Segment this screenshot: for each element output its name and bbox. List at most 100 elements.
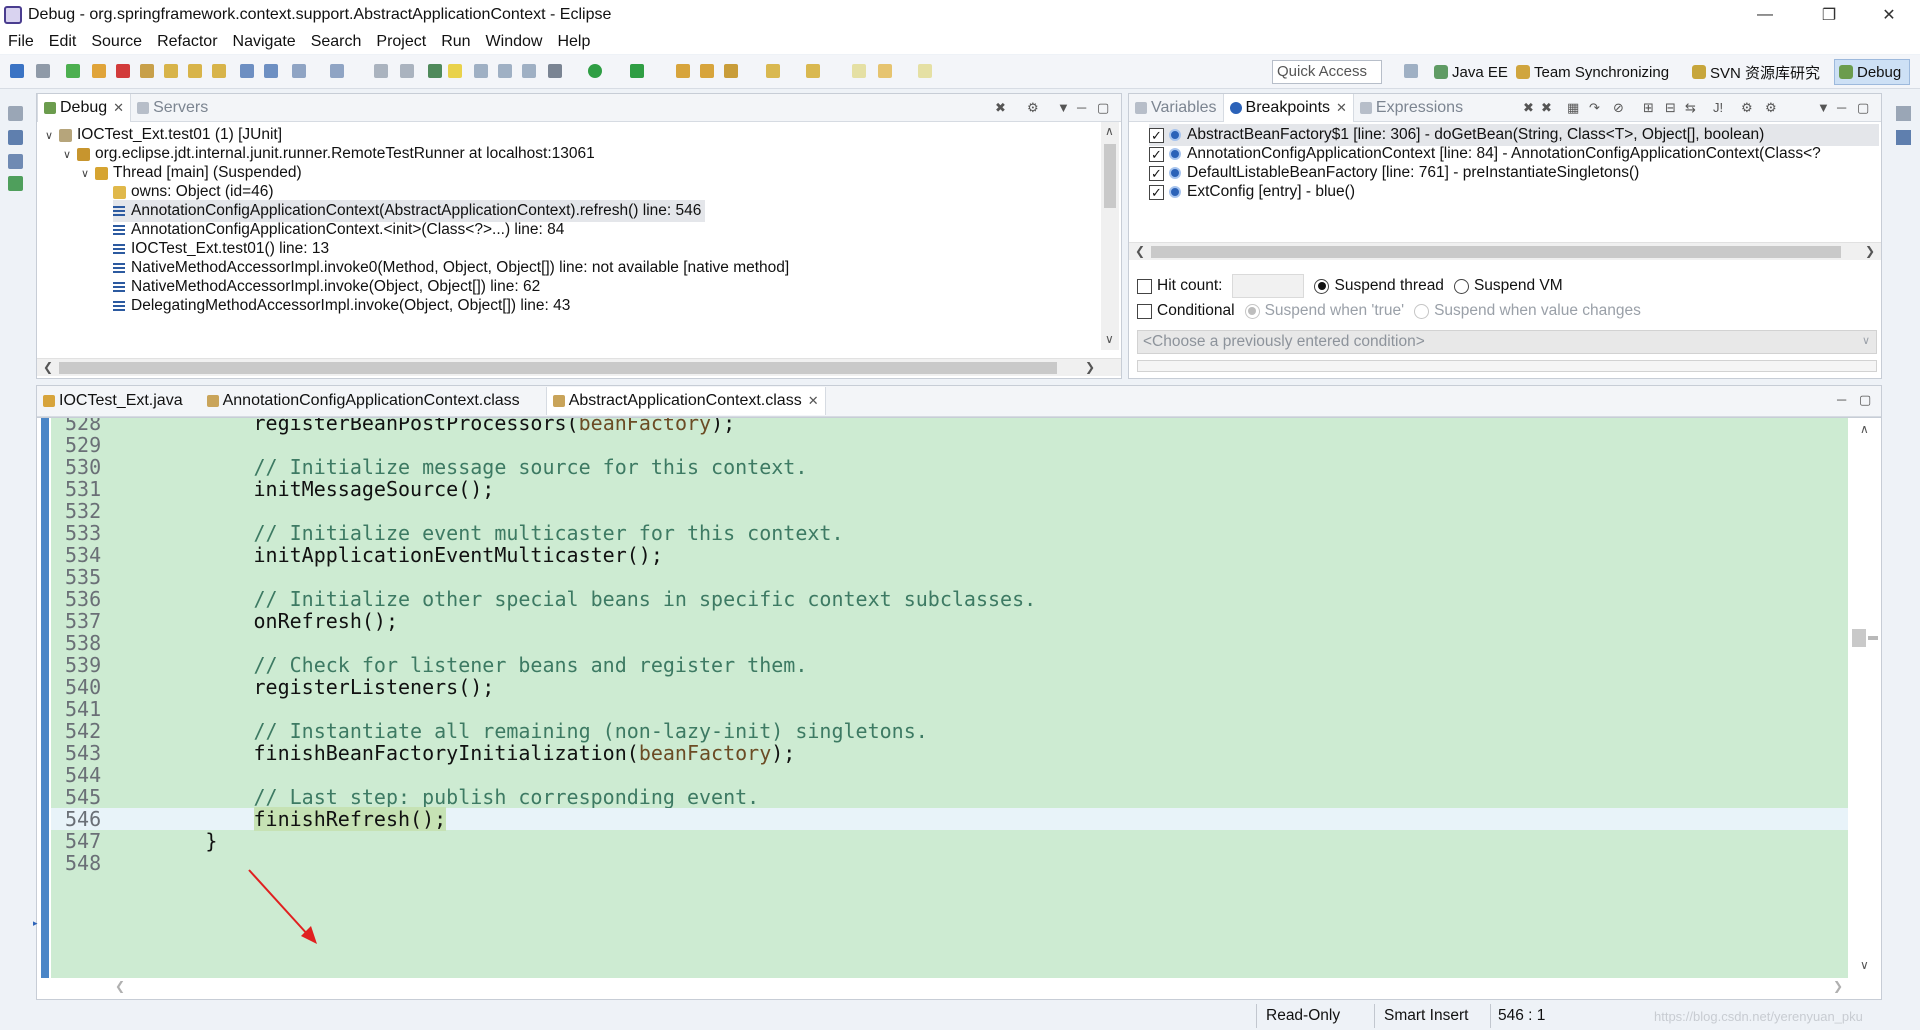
remove-breakpoint-icon[interactable]: ✖: [1523, 100, 1534, 116]
minimize-view-icon[interactable]: ─: [1077, 100, 1086, 115]
run-external-icon[interactable]: [630, 64, 644, 78]
show-source-icon[interactable]: [522, 64, 536, 78]
maximize-view-icon[interactable]: ▢: [1097, 100, 1109, 116]
outline-icon[interactable]: [1896, 130, 1911, 145]
menu-project[interactable]: Project: [376, 33, 426, 51]
show-supported-icon[interactable]: ▦: [1567, 100, 1579, 116]
tab-abstractapplicationcontext-class[interactable]: AbstractApplicationContext.class ✕: [545, 387, 826, 415]
tab-variables[interactable]: Variables: [1129, 94, 1223, 122]
print-icon[interactable]: [374, 64, 388, 78]
suspend-when-changes-radio[interactable]: [1414, 303, 1430, 319]
code-line[interactable]: 541: [51, 698, 1848, 720]
chevron-down-icon[interactable]: ∨: [81, 167, 95, 180]
suspend-icon[interactable]: [92, 64, 106, 78]
tab-ioctest-ext-java[interactable]: IOCTest_Ext.java: [37, 387, 189, 415]
code-line[interactable]: 530 // Initialize message source for thi…: [51, 456, 1848, 478]
code-line[interactable]: 536 // Initialize other special beans in…: [51, 588, 1848, 610]
tab-debug[interactable]: Debug ✕: [37, 93, 132, 122]
scroll-down-icon[interactable]: ∨: [1860, 958, 1869, 972]
link-with-debug-icon[interactable]: ⇆: [1685, 100, 1696, 116]
tab-servers[interactable]: Servers: [131, 94, 214, 122]
go-to-file-icon[interactable]: ↷: [1589, 100, 1600, 116]
code-editor[interactable]: 528 registerBeanPostProcessors(beanFacto…: [33, 417, 1882, 1000]
suspend-when-true-radio[interactable]: [1244, 303, 1260, 319]
step-into-icon[interactable]: [164, 64, 178, 78]
scrollbar-thumb[interactable]: [1852, 629, 1866, 647]
menu-refactor[interactable]: Refactor: [157, 33, 217, 51]
close-icon[interactable]: ✕: [1336, 100, 1347, 116]
code-line[interactable]: 538: [51, 632, 1848, 654]
code-line[interactable]: 528 registerBeanPostProcessors(beanFacto…: [51, 418, 1848, 434]
open-task-icon[interactable]: [400, 64, 414, 78]
conditional-checkbox[interactable]: [1137, 303, 1152, 319]
chevron-down-icon[interactable]: ∨: [45, 129, 59, 142]
condition-history-combo[interactable]: <Choose a previously entered condition> …: [1137, 330, 1877, 354]
code-line[interactable]: 529: [51, 434, 1848, 456]
debug-horizontal-scrollbar[interactable]: ❮ ❯: [37, 358, 1121, 376]
add-exception-breakpoint-icon[interactable]: J!: [1713, 100, 1723, 115]
forward-icon[interactable]: [918, 64, 932, 78]
menu-file[interactable]: File: [8, 33, 34, 51]
scroll-up-icon[interactable]: ∧: [1105, 124, 1114, 138]
view-dropdown-icon[interactable]: ▼: [1817, 100, 1830, 115]
menu-navigate[interactable]: Navigate: [233, 33, 296, 51]
condition-editor[interactable]: [1137, 360, 1877, 372]
close-icon[interactable]: ✕: [808, 393, 819, 409]
previous-annotation-icon[interactable]: [806, 64, 820, 78]
use-step-filters-icon[interactable]: [264, 64, 278, 78]
open-type-icon[interactable]: [330, 64, 344, 78]
code-line[interactable]: 543 finishBeanFactoryInitialization(bean…: [51, 742, 1848, 764]
menu-window[interactable]: Window: [486, 33, 543, 51]
step-return-icon[interactable]: [212, 64, 226, 78]
vertical-ruler[interactable]: [37, 418, 51, 978]
display-icon[interactable]: [8, 176, 23, 191]
expand-all-icon[interactable]: ⊞: [1643, 100, 1654, 116]
breakpoint-checkbox[interactable]: ✓: [1149, 165, 1164, 181]
step-over-icon[interactable]: [188, 64, 202, 78]
resume-icon[interactable]: [66, 64, 80, 78]
code-line[interactable]: 532: [51, 500, 1848, 522]
quick-access-input[interactable]: Quick Access: [1272, 60, 1382, 84]
minimize-view-icon[interactable]: ─: [1837, 392, 1846, 407]
scrollbar-thumb[interactable]: [1104, 144, 1116, 208]
group-by-icon[interactable]: ⚙: [1765, 100, 1777, 116]
restore-button[interactable]: ❐: [1806, 0, 1852, 30]
tasks-icon[interactable]: [8, 154, 23, 169]
open-resource-icon[interactable]: [700, 64, 714, 78]
scroll-left-icon[interactable]: ❮: [1135, 244, 1145, 258]
toggle-breadcrumb-icon[interactable]: [448, 64, 462, 78]
block-selection-icon[interactable]: [474, 64, 488, 78]
remove-launches-icon[interactable]: ✖: [995, 100, 1006, 116]
disconnect-icon[interactable]: [140, 64, 154, 78]
search-icon[interactable]: [724, 64, 738, 78]
maximize-view-icon[interactable]: ▢: [1857, 100, 1869, 116]
scroll-down-icon[interactable]: ∨: [1105, 332, 1114, 346]
tab-expressions[interactable]: Expressions: [1354, 94, 1469, 122]
suspend-thread-radio[interactable]: [1314, 278, 1330, 294]
minimize-button[interactable]: —: [1742, 0, 1788, 30]
collapse-all-icon[interactable]: ⊟: [1665, 100, 1676, 116]
menu-help[interactable]: Help: [557, 33, 590, 51]
save-icon[interactable]: [10, 64, 24, 78]
suspend-vm-radio[interactable]: [1453, 278, 1469, 294]
open-folder-icon[interactable]: [676, 64, 690, 78]
back-icon[interactable]: [852, 64, 866, 78]
drop-to-frame-icon[interactable]: [240, 64, 254, 78]
scrollbar-thumb[interactable]: [59, 362, 1057, 374]
maximize-view-icon[interactable]: ▢: [1859, 392, 1871, 408]
scroll-up-icon[interactable]: ∧: [1860, 422, 1869, 436]
code-line[interactable]: 544: [51, 764, 1848, 786]
remove-all-breakpoints-icon[interactable]: ✖: [1541, 100, 1552, 116]
open-perspective-icon[interactable]: [1404, 64, 1418, 78]
breakpoint-checkbox[interactable]: ✓: [1149, 184, 1164, 200]
menu-source[interactable]: Source: [91, 33, 142, 51]
menu-search[interactable]: Search: [311, 33, 362, 51]
debug-config-icon[interactable]: [548, 64, 562, 78]
breakpoints-horizontal-scrollbar[interactable]: ❮ ❯: [1129, 242, 1881, 260]
perspective-svn[interactable]: SVN 资源库研究: [1688, 59, 1824, 85]
breakpoint-checkbox[interactable]: ✓: [1149, 146, 1164, 162]
new-icon[interactable]: [292, 64, 306, 78]
code-line[interactable]: 539 // Check for listener beans and regi…: [51, 654, 1848, 676]
code-line[interactable]: 535: [51, 566, 1848, 588]
perspective-team-sync[interactable]: Team Synchronizing: [1512, 59, 1673, 85]
